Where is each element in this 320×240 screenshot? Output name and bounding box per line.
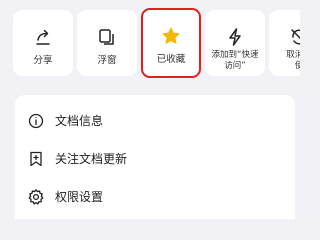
- lightning-icon: [225, 27, 245, 47]
- menu-item-label: 关注文档更新: [55, 152, 128, 166]
- favorited-label: 已收藏: [156, 54, 186, 65]
- quick-action-row: 分享 浮窗 已收藏 添加到“快速 访问” 取消 使: [0, 8, 300, 80]
- menu-item-label: 权限设置: [55, 190, 104, 204]
- cancel-offline-button[interactable]: 取消离 使: [269, 10, 300, 76]
- menu-item-follow-updates[interactable]: 关注文档更新: [15, 141, 295, 177]
- floating-window-icon: [97, 27, 117, 47]
- add-to-quick-access-label: 添加到“快速 访问”: [211, 50, 259, 71]
- floating-window-button[interactable]: 浮窗: [77, 10, 137, 76]
- file-actions-sheet: 分享 浮窗 已收藏 添加到“快速 访问” 取消 使 文档信息 关注文档更新 权限…: [0, 0, 300, 219]
- offline-icon: [289, 27, 300, 47]
- menu-item-document-info[interactable]: 文档信息: [15, 103, 295, 139]
- share-button[interactable]: 分享: [13, 10, 73, 76]
- floating-window-label: 浮窗: [97, 55, 117, 66]
- gear-icon: [27, 188, 45, 206]
- cancel-offline-label: 取消离 使: [286, 50, 300, 71]
- info-icon: [27, 112, 45, 130]
- menu-item-permission-settings[interactable]: 权限设置: [15, 179, 295, 215]
- share-label: 分享: [33, 55, 53, 66]
- favorited-button[interactable]: 已收藏: [141, 8, 201, 78]
- document-menu: 文档信息 关注文档更新 权限设置: [15, 95, 295, 219]
- share-icon: [33, 27, 53, 47]
- menu-item-label: 文档信息: [55, 114, 104, 128]
- bookmark-icon: [27, 150, 45, 168]
- star-icon: [161, 26, 181, 46]
- add-to-quick-access-button[interactable]: 添加到“快速 访问”: [205, 10, 265, 76]
